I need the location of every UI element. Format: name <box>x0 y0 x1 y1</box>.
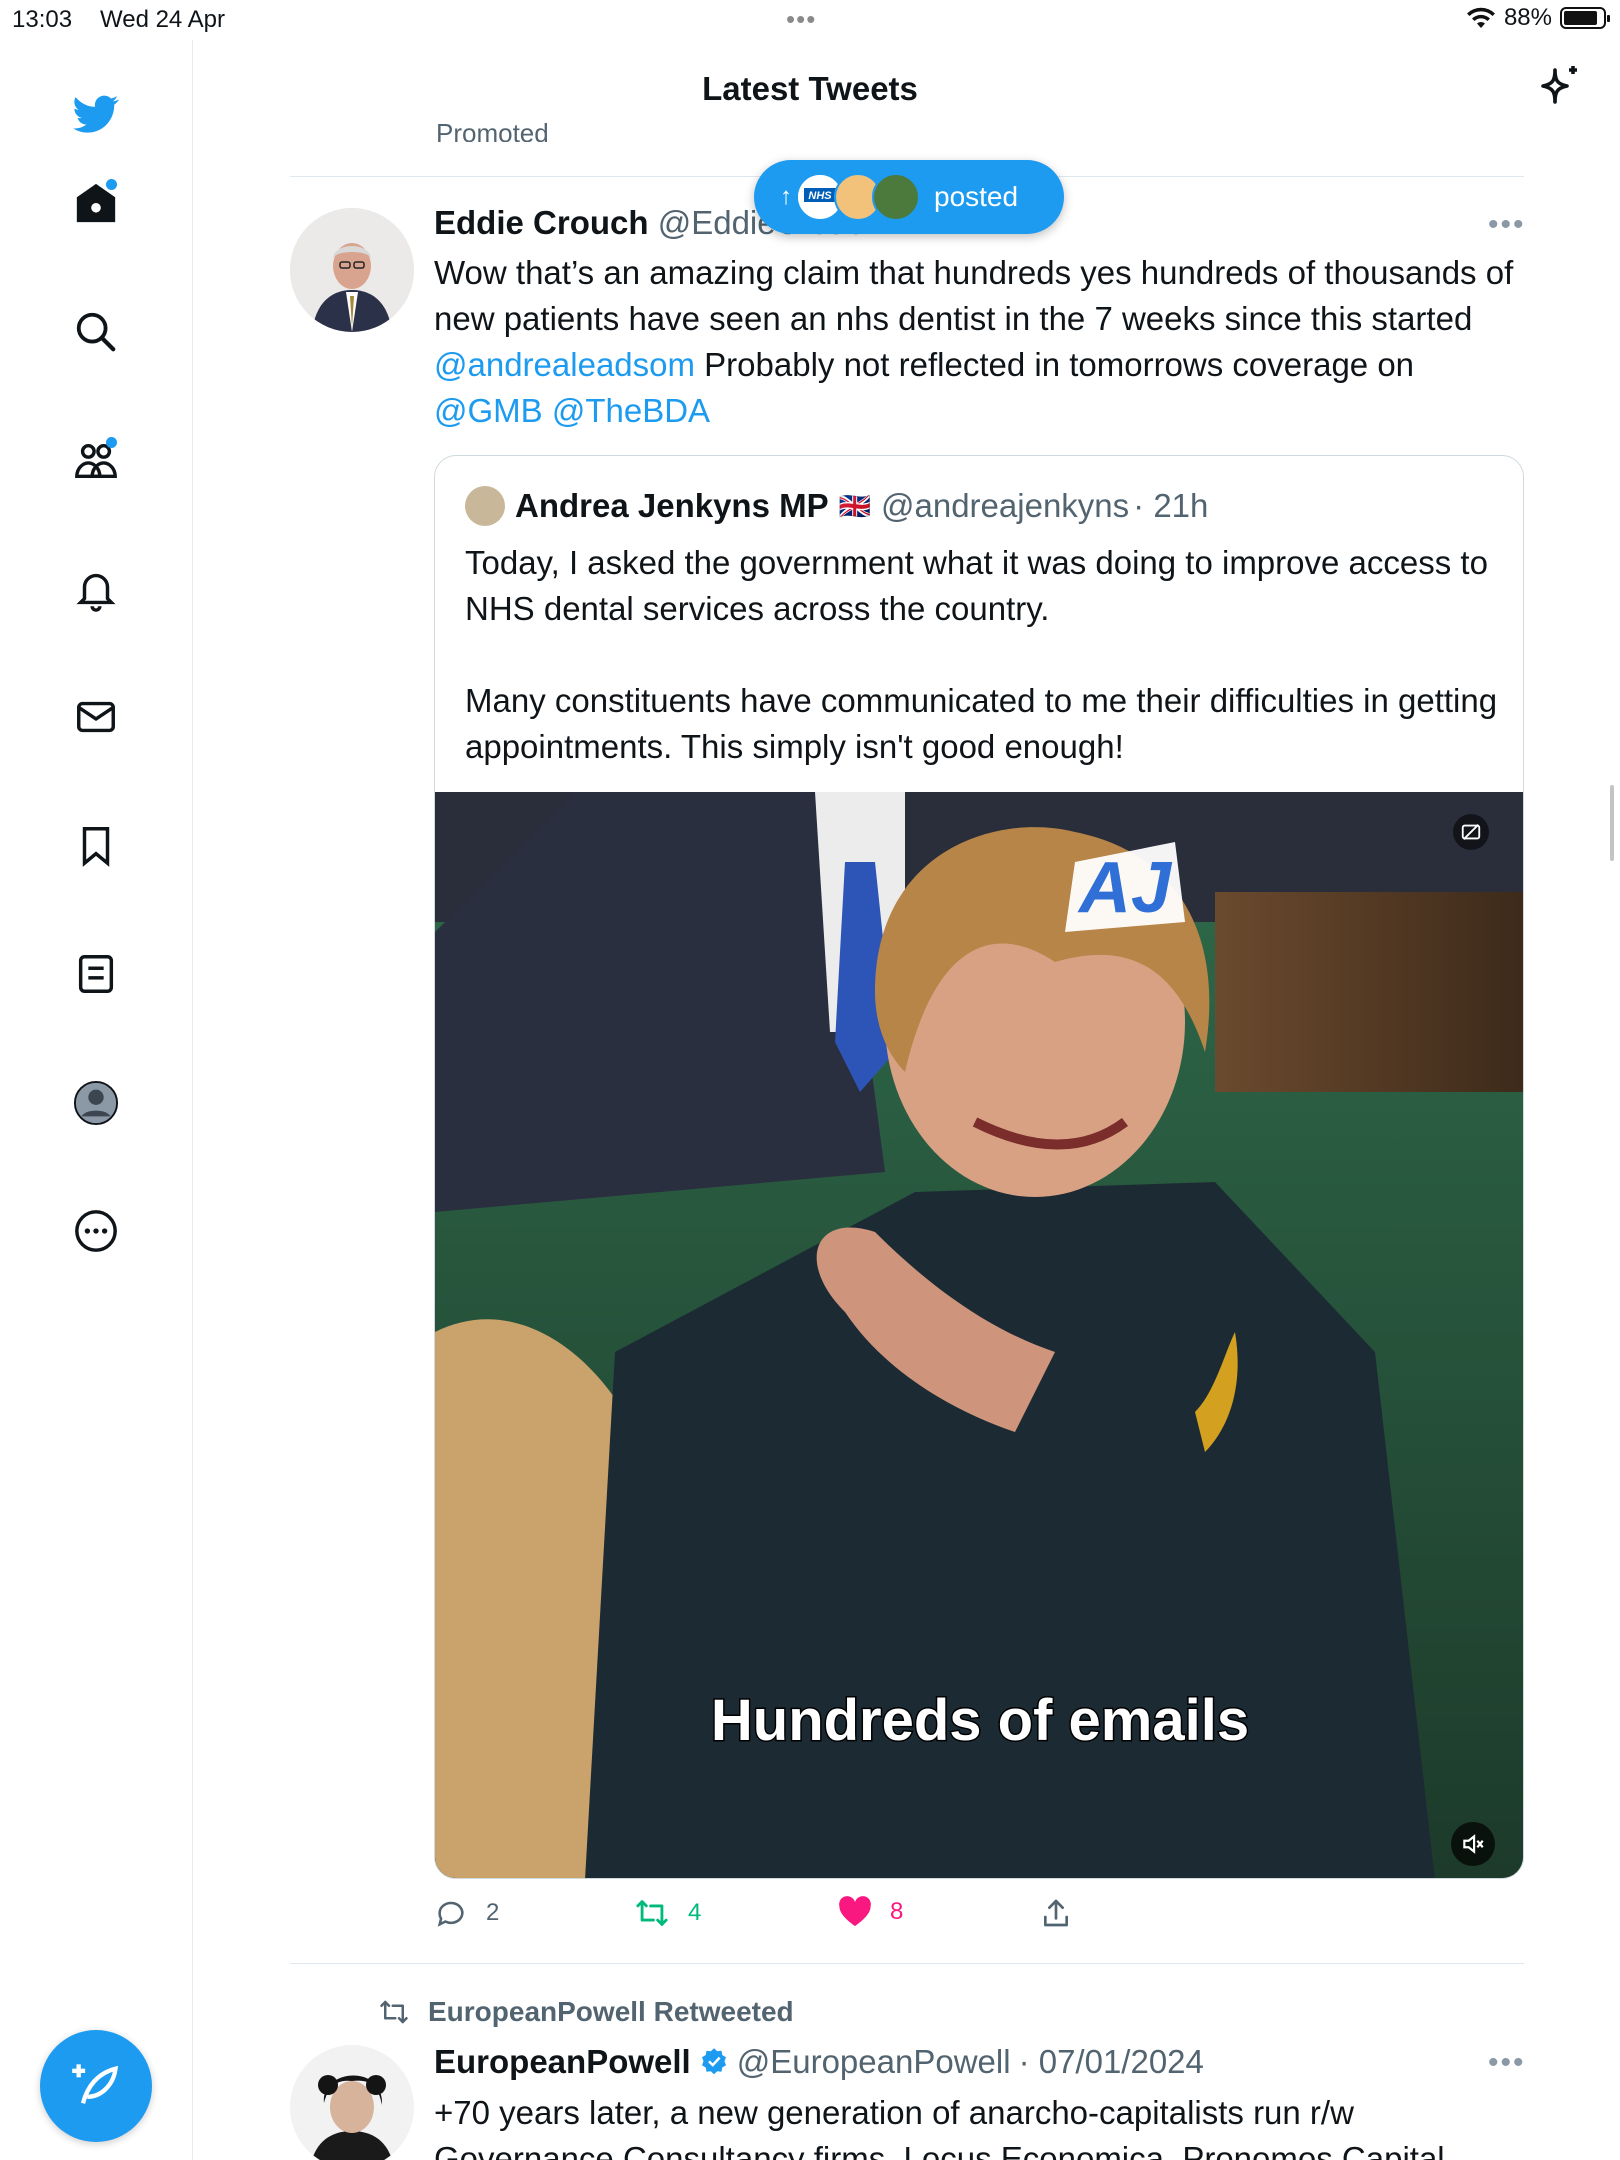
quoted-text-paragraph-1: Today, I asked the government what it wa… <box>465 544 1488 627</box>
new-posts-pill[interactable]: ↑ NHS posted <box>754 160 1064 234</box>
quoted-body: Today, I asked the government what it wa… <box>465 540 1505 770</box>
mention-link[interactable]: @TheBDA <box>552 392 710 429</box>
captions-icon[interactable] <box>1453 814 1489 850</box>
uk-flag-icon: 🇬🇧 <box>838 490 871 521</box>
tweet2-author-name[interactable]: EuropeanPowell <box>434 2043 691 2081</box>
share-icon <box>1044 1899 1068 1927</box>
home-notification-dot <box>106 179 117 190</box>
mention-link[interactable]: @GMB <box>434 392 543 429</box>
retweet-count: 4 <box>688 1899 702 1926</box>
heart-icon <box>839 1896 871 1927</box>
quoted-author[interactable]: Andrea Jenkyns MP 🇬🇧 @andreajenkyns · 21… <box>465 486 1208 526</box>
status-right: 88% <box>1466 4 1610 32</box>
landscape-avatar <box>872 173 920 221</box>
reply-icon <box>437 1901 464 1927</box>
home-icon[interactable] <box>68 175 124 231</box>
retweet-small-icon <box>380 2000 408 2024</box>
retweeted-by-label[interactable]: EuropeanPowell Retweeted <box>428 1996 794 2028</box>
verified-badge-icon <box>701 2048 726 2075</box>
messages-envelope-icon[interactable] <box>68 689 124 745</box>
feather-plus-icon <box>72 2064 119 2104</box>
bookmarks-icon[interactable] <box>68 818 124 874</box>
status-date: Wed 24 Apr <box>100 6 225 33</box>
profile-avatar-icon[interactable] <box>68 1075 124 1131</box>
quoted-author-handle[interactable]: @andreajenkyns <box>881 487 1129 525</box>
tweet-author-name[interactable]: Eddie Crouch <box>434 204 649 241</box>
tweet2-body: +70 years later, a new generation of ana… <box>434 2094 1445 2160</box>
tweet2-author-avatar[interactable] <box>290 2045 414 2160</box>
reply-button[interactable]: 2 <box>434 1896 499 1930</box>
lists-icon[interactable] <box>68 946 124 1002</box>
tweet-body: Wow that’s an amazing claim that hundred… <box>434 250 1524 434</box>
reply-count: 2 <box>486 1899 500 1926</box>
tweet-author-avatar[interactable] <box>290 208 414 332</box>
arrow-up-icon: ↑ <box>780 183 792 210</box>
battery-percent: 88% <box>1503 4 1552 31</box>
mention-link[interactable]: @andrealeadsom <box>434 346 695 383</box>
svg-text:NHS: NHS <box>808 190 832 202</box>
share-button[interactable] <box>1040 1896 1072 1930</box>
compose-tweet-button[interactable] <box>40 2030 152 2142</box>
communities-notification-dot <box>106 437 117 448</box>
battery-icon <box>1560 7 1610 29</box>
page-title: Latest Tweets <box>702 70 918 107</box>
quoted-author-avatar[interactable] <box>465 486 505 526</box>
status-bar: 13:03 Wed 24 Apr ••• 88% <box>0 0 1620 40</box>
retweeted-by[interactable]: EuropeanPowell Retweeted <box>376 1996 794 2028</box>
like-button[interactable]: 8 <box>838 1896 903 1928</box>
retweet-button[interactable]: 4 <box>634 1896 701 1930</box>
communities-icon[interactable] <box>68 433 124 489</box>
tweet2-author[interactable]: EuropeanPowell @EuropeanPowell · 07/01/2… <box>434 2043 1204 2081</box>
promoted-label: Promoted <box>436 118 549 142</box>
tweet-text-part-1: Wow that’s an amazing claim that hundred… <box>434 254 1514 337</box>
notifications-bell-icon[interactable] <box>68 561 124 617</box>
divider-between-tweets <box>290 1963 1524 1964</box>
scrollbar[interactable] <box>1610 785 1614 861</box>
video-media[interactable]: AJ Hundreds of emails <box>435 792 1523 1878</box>
quoted-author-name[interactable]: Andrea Jenkyns MP <box>515 487 829 525</box>
tweet-text-part-2: Probably not reflected in tomorrows cove… <box>695 346 1415 383</box>
status-time: 13:03 <box>12 6 73 33</box>
tweet-more-button[interactable]: ••• <box>1488 208 1526 242</box>
mute-icon[interactable] <box>1451 1822 1495 1866</box>
sidebar <box>0 40 193 2160</box>
multitasking-dots[interactable]: ••• <box>786 4 816 35</box>
tweet2-time: · 07/01/2024 <box>1018 2043 1204 2080</box>
more-options-icon[interactable] <box>68 1203 124 1259</box>
sparkle-icon[interactable] <box>1535 62 1583 110</box>
pill-label: posted <box>934 181 1019 212</box>
tweet2-author-handle[interactable]: @EuropeanPowell <box>737 2043 1011 2081</box>
pill-avatars: NHS <box>796 173 920 221</box>
like-count: 8 <box>890 1898 904 1925</box>
search-icon[interactable] <box>68 304 124 360</box>
video-frame: AJ Hundreds of emails <box>435 792 1523 1878</box>
media-caption: Hundreds of emails <box>711 1688 1249 1753</box>
tweet2-more-button[interactable]: ••• <box>1488 2046 1526 2080</box>
wifi-icon <box>1466 7 1495 28</box>
retweet-icon <box>636 1900 668 1926</box>
quoted-time: · 21h <box>1133 487 1209 524</box>
quoted-text-paragraph-2: Many constituents have communicated to m… <box>465 682 1498 765</box>
media-logo: AJ <box>1077 848 1173 928</box>
quoted-tweet[interactable]: Andrea Jenkyns MP 🇬🇧 @andreajenkyns · 21… <box>434 455 1524 1879</box>
